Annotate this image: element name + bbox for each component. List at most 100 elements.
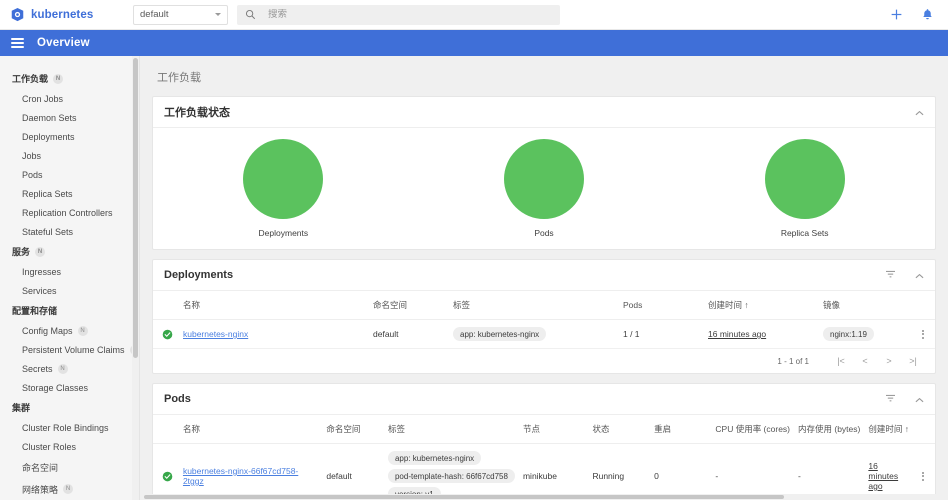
sidebar-item-ingresses[interactable]: Ingresses xyxy=(0,262,139,281)
top-bar: kubernetes default xyxy=(0,0,948,30)
content-area: 工作负载 工作负载状态 Deployments Pods Replica Sets xyxy=(140,56,948,500)
kebab-menu-icon[interactable] xyxy=(917,329,929,339)
deployment-name-link[interactable]: kubernetes-nginx xyxy=(183,329,248,339)
namespace-selector[interactable]: default xyxy=(133,4,228,25)
workload-status-title: 工作负载状态 xyxy=(164,107,230,119)
namespace-cell: default xyxy=(322,443,384,500)
column-header[interactable]: 创建时间 ↑ xyxy=(864,415,913,444)
sidebar-item-pods[interactable]: Pods xyxy=(0,165,139,184)
pods-table-body: kubernetes-nginx-66f67cd758-2tggz default… xyxy=(153,443,935,500)
filter-icon[interactable] xyxy=(885,266,896,284)
sidebar-item-stateful-sets[interactable]: Stateful Sets xyxy=(0,222,139,241)
pods-card: Pods 名称 命名空间 标签 节点 状态 重启 CPU 使用率 (cores)… xyxy=(152,383,936,500)
sidebar-scrollbar[interactable] xyxy=(132,56,139,500)
namespace-cell: default xyxy=(369,319,449,349)
column-header[interactable]: 内存使用 (bytes) xyxy=(794,415,865,444)
table-row[interactable]: kubernetes-nginx-66f67cd758-2tggz default… xyxy=(153,443,935,500)
workload-status-item: Deployments xyxy=(153,139,414,238)
plus-icon[interactable] xyxy=(890,8,903,21)
next-page-button[interactable]: > xyxy=(877,356,901,366)
content-horizontal-scrollbar[interactable] xyxy=(140,494,948,500)
namespaced-badge: N xyxy=(63,484,74,494)
hamburger-icon[interactable] xyxy=(11,38,24,48)
search-box[interactable] xyxy=(237,4,560,25)
last-page-button[interactable]: >| xyxy=(901,356,925,366)
created-time[interactable]: 16 minutes ago xyxy=(868,461,898,491)
sidebar-item-config-maps[interactable]: Config Maps N xyxy=(0,321,139,340)
table-row[interactable]: kubernetes-nginx default app: kubernetes-n… xyxy=(153,319,935,349)
sidebar-item-daemon-sets[interactable]: Daemon Sets xyxy=(0,108,139,127)
column-header[interactable]: 状态 xyxy=(588,415,651,444)
state-cell: Running xyxy=(588,443,651,500)
column-header[interactable]: 标签 xyxy=(449,291,619,320)
filter-icon[interactable] xyxy=(885,390,896,408)
node-cell: minikube xyxy=(518,443,589,500)
sidebar-group-title: 服务 N xyxy=(0,241,139,262)
column-header[interactable]: 创建时间 ↑ xyxy=(704,291,819,320)
first-page-button[interactable]: |< xyxy=(829,356,853,366)
pods-title: Pods xyxy=(164,393,191,405)
sidebar-group-label: 服务 xyxy=(12,247,31,257)
sidebar-item-services[interactable]: Services xyxy=(0,281,139,300)
sidebar-item-label: Daemon Sets xyxy=(22,112,77,123)
chevron-down-icon xyxy=(215,13,221,16)
col-status xyxy=(153,415,179,444)
search-input[interactable] xyxy=(268,9,552,20)
sidebar-item-cron-jobs[interactable]: Cron Jobs xyxy=(0,89,139,108)
row-status xyxy=(153,443,179,500)
col-actions xyxy=(913,291,935,320)
brand-logo[interactable]: kubernetes xyxy=(0,7,125,22)
column-header[interactable]: 名称 xyxy=(178,415,323,444)
sidebar-item-label: Services xyxy=(22,285,57,296)
column-header[interactable]: 命名空间 xyxy=(369,291,449,320)
created-time[interactable]: 16 minutes ago xyxy=(708,329,766,339)
column-header[interactable]: 命名空间 xyxy=(322,415,384,444)
sidebar-item-deployments[interactable]: Deployments xyxy=(0,127,139,146)
col-status xyxy=(153,291,179,320)
sidebar-item-label: Cron Jobs xyxy=(22,93,64,104)
sidebar-item-replication-controllers[interactable]: Replication Controllers xyxy=(0,203,139,222)
namespace-selector-value: default xyxy=(140,9,169,20)
column-header[interactable]: 重启 xyxy=(650,415,712,444)
sidebar-item-jobs[interactable]: Jobs xyxy=(0,146,139,165)
chevron-up-icon[interactable] xyxy=(915,103,924,121)
pod-name-link[interactable]: kubernetes-nginx-66f67cd758-2tggz xyxy=(183,466,298,486)
row-status xyxy=(153,319,179,349)
sidebar-item-label: Replication Controllers xyxy=(22,207,113,218)
sidebar-group-label: 工作负载 xyxy=(12,74,49,84)
status-ring-chart xyxy=(243,139,324,219)
namespaced-badge: N xyxy=(53,73,64,84)
sidebar-item-secrets[interactable]: Secrets N xyxy=(0,359,139,378)
prev-page-button[interactable]: < xyxy=(853,356,877,366)
column-header[interactable]: CPU 使用率 (cores) xyxy=(711,415,795,444)
sidebar-item-[interactable]: 命名空间 xyxy=(0,456,139,478)
sidebar-item-cluster-role-bindings[interactable]: Cluster Role Bindings xyxy=(0,418,139,437)
namespaced-badge: N xyxy=(77,325,88,336)
kebab-menu-icon[interactable] xyxy=(917,471,929,481)
chevron-up-icon[interactable] xyxy=(915,266,924,284)
status-label: Deployments xyxy=(258,228,309,238)
status-label: Replica Sets xyxy=(780,228,829,238)
image-chip: nginx:1.19 xyxy=(823,327,874,341)
status-label: Pods xyxy=(534,228,554,238)
chevron-up-icon[interactable] xyxy=(915,390,924,408)
sidebar-item-replica-sets[interactable]: Replica Sets xyxy=(0,184,139,203)
row-actions xyxy=(913,319,935,349)
column-header[interactable]: 节点 xyxy=(518,415,589,444)
created-cell: 16 minutes ago xyxy=(864,443,913,500)
sidebar-item-storage-classes[interactable]: Storage Classes xyxy=(0,378,139,397)
sidebar-item-[interactable]: 网络策略 N xyxy=(0,478,139,500)
column-header[interactable]: 镜像 xyxy=(819,291,913,320)
body: 工作负载 N Cron Jobs Daemon Sets Deployments Jobs… xyxy=(0,56,948,500)
column-header[interactable]: 名称 xyxy=(179,291,369,320)
kubernetes-dashboard: kubernetes default 搜索 Overview 工作负载 N Cr… xyxy=(0,0,948,500)
bell-icon[interactable] xyxy=(921,8,934,21)
memory-usage-cell: - xyxy=(794,443,865,500)
sidebar-item-cluster-roles[interactable]: Cluster Roles xyxy=(0,437,139,456)
column-header[interactable]: 标签 xyxy=(383,415,519,444)
restarts-cell: 0 xyxy=(650,443,712,500)
sidebar-item-persistent-volume-claims[interactable]: Persistent Volume ClaimsN xyxy=(0,340,139,359)
column-header[interactable]: Pods xyxy=(619,291,704,320)
sidebar-item-label: 命名空间 xyxy=(22,462,59,473)
workload-status-body: Deployments Pods Replica Sets xyxy=(153,128,935,249)
